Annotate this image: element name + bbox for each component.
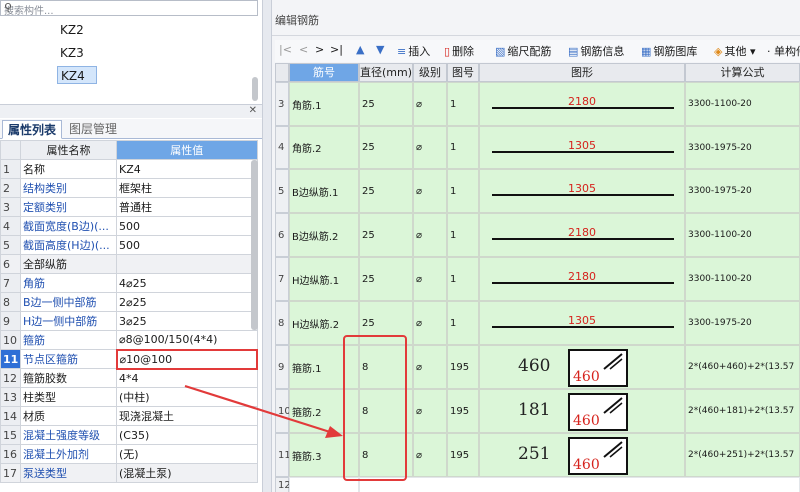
annotation-arrow xyxy=(184,384,343,438)
